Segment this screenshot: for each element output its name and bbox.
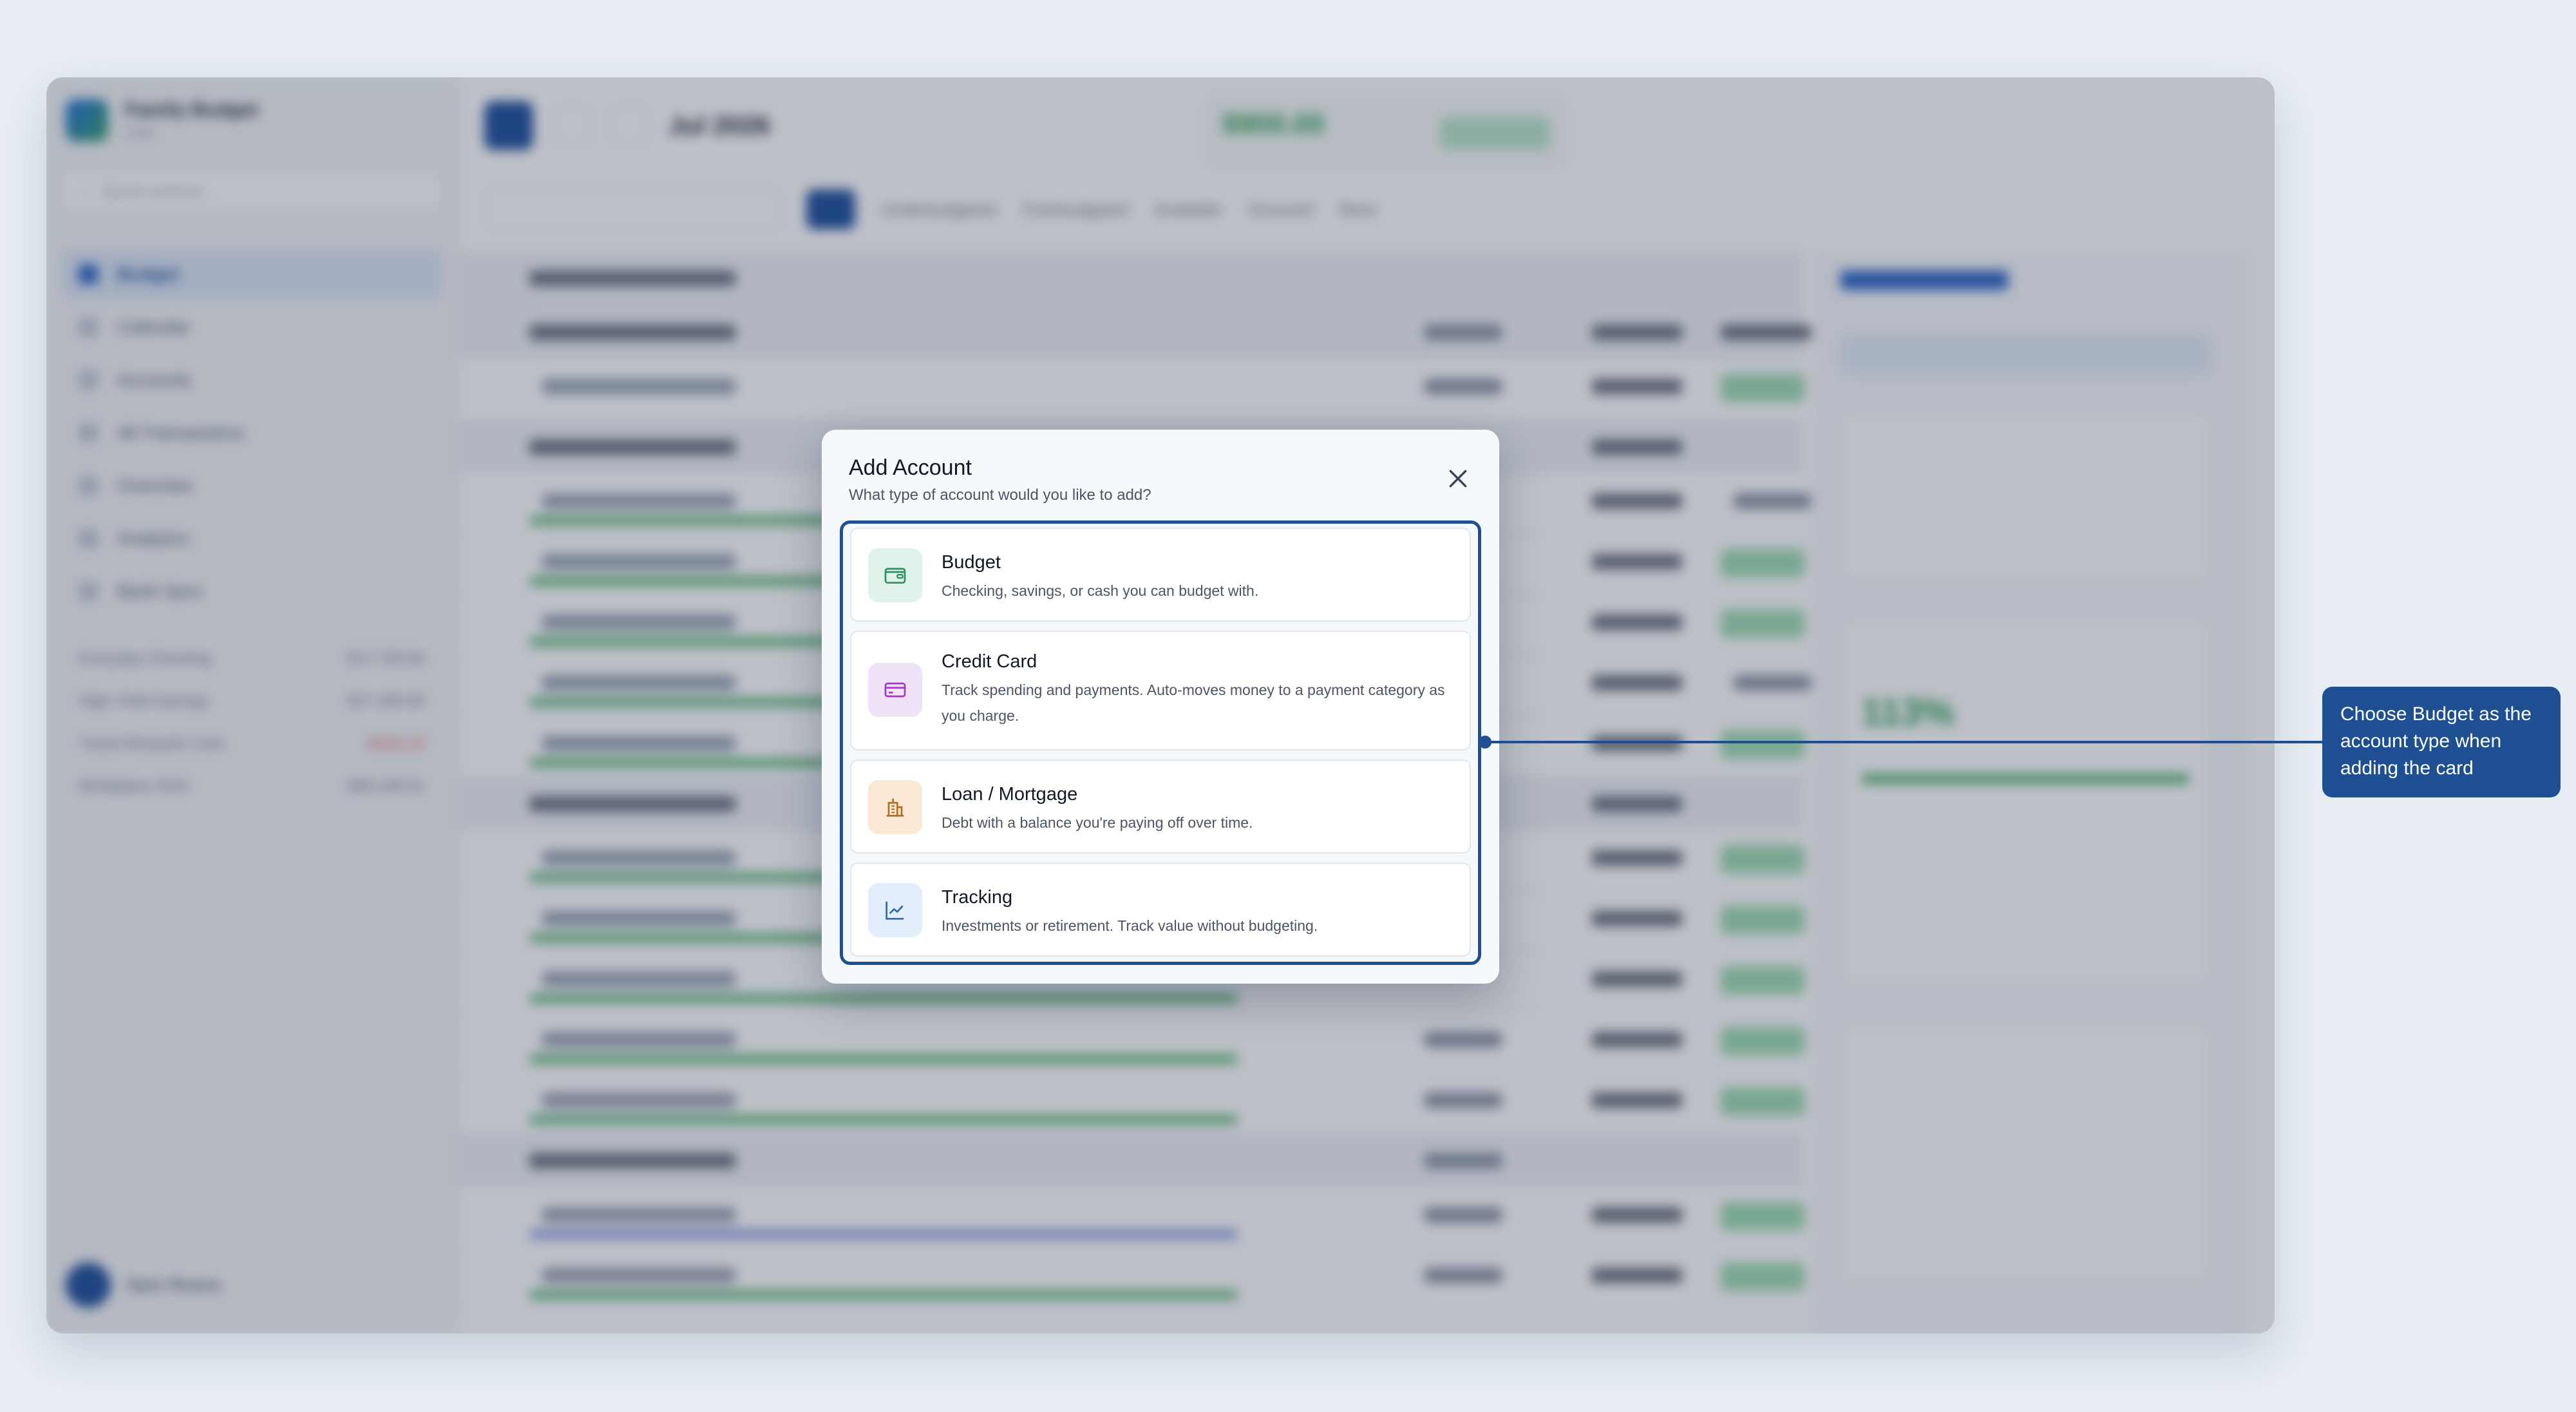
building-icon	[886, 798, 904, 817]
dialog-subtitle: What type of account would you like to a…	[849, 486, 1151, 504]
close-button[interactable]	[1445, 466, 1471, 491]
option-icon-container	[868, 780, 922, 834]
account-type-option-credit-card[interactable]: Credit Card Track spending and payments.…	[850, 631, 1471, 750]
option-title: Credit Card	[942, 651, 1037, 672]
option-icon-container	[868, 548, 922, 602]
option-title: Loan / Mortgage	[942, 784, 1078, 805]
option-description: Checking, savings, or cash you can budge…	[942, 582, 1259, 599]
callout-connector-line	[1488, 741, 2322, 743]
close-icon	[1449, 470, 1467, 488]
add-account-dialog: Add Account What type of account would y…	[822, 430, 1499, 984]
instruction-callout: Choose Budget as the account type when a…	[2322, 687, 2561, 797]
option-title: Tracking	[942, 887, 1013, 908]
account-type-option-tracking[interactable]: Tracking Investments or retirement. Trac…	[850, 863, 1471, 957]
credit-card-icon	[884, 682, 906, 698]
option-description: Investments or retirement. Track value w…	[942, 917, 1318, 934]
dialog-title: Add Account	[849, 455, 972, 480]
option-icon-container	[868, 663, 922, 717]
account-type-option-budget[interactable]: Budget Checking, savings, or cash you ca…	[850, 528, 1471, 622]
callout-anchor-dot	[1479, 736, 1492, 749]
option-description: Debt with a balance you're paying off ov…	[942, 814, 1253, 831]
option-description: Track spending and payments. Auto-moves …	[942, 682, 1445, 724]
option-icon-container	[868, 883, 922, 937]
option-title: Budget	[942, 552, 1001, 573]
chart-line-icon	[886, 901, 904, 920]
account-type-option-loan[interactable]: Loan / Mortgage Debt with a balance you'…	[850, 759, 1471, 854]
wallet-icon	[884, 568, 906, 584]
